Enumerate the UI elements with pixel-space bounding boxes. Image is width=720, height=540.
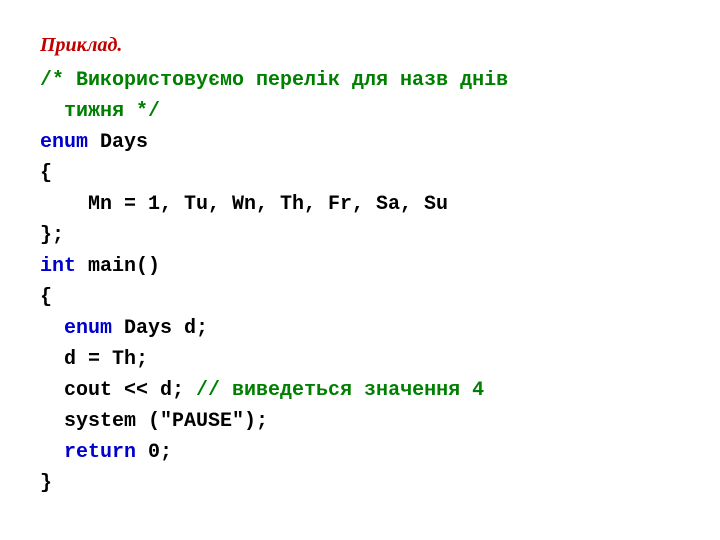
return-line: return 0; [40,437,680,468]
main-declaration: int main() [40,251,680,282]
enum-name: Days [88,131,148,154]
main-signature: main() [76,255,160,278]
cout-line: cout << d; // виведеться значення 4 [40,375,680,406]
brace-close-semi: }; [40,220,680,251]
comment-line: /* Використовуємо перелік для назв днів … [40,65,564,127]
keyword-enum: enum [40,131,88,154]
brace-open: { [40,158,680,189]
assignment: d = Th; [40,344,680,375]
inline-comment: // виведеться значення 4 [196,379,484,402]
keyword-return: return [64,441,136,464]
enum-declaration: enum Days [40,127,680,158]
var-name: Days d; [112,317,208,340]
system-call: system ("PAUSE"); [40,406,680,437]
brace-open-main: { [40,282,680,313]
var-declaration: enum Days d; [40,313,680,344]
brace-close-main: } [40,468,680,499]
cout-text: cout << d; [64,379,196,402]
example-title: Приклад. [40,30,680,61]
return-value: 0; [136,441,172,464]
keyword-int: int [40,255,76,278]
keyword-enum2: enum [64,317,112,340]
enum-values: Mn = 1, Tu, Wn, Th, Fr, Sa, Su [40,189,680,220]
